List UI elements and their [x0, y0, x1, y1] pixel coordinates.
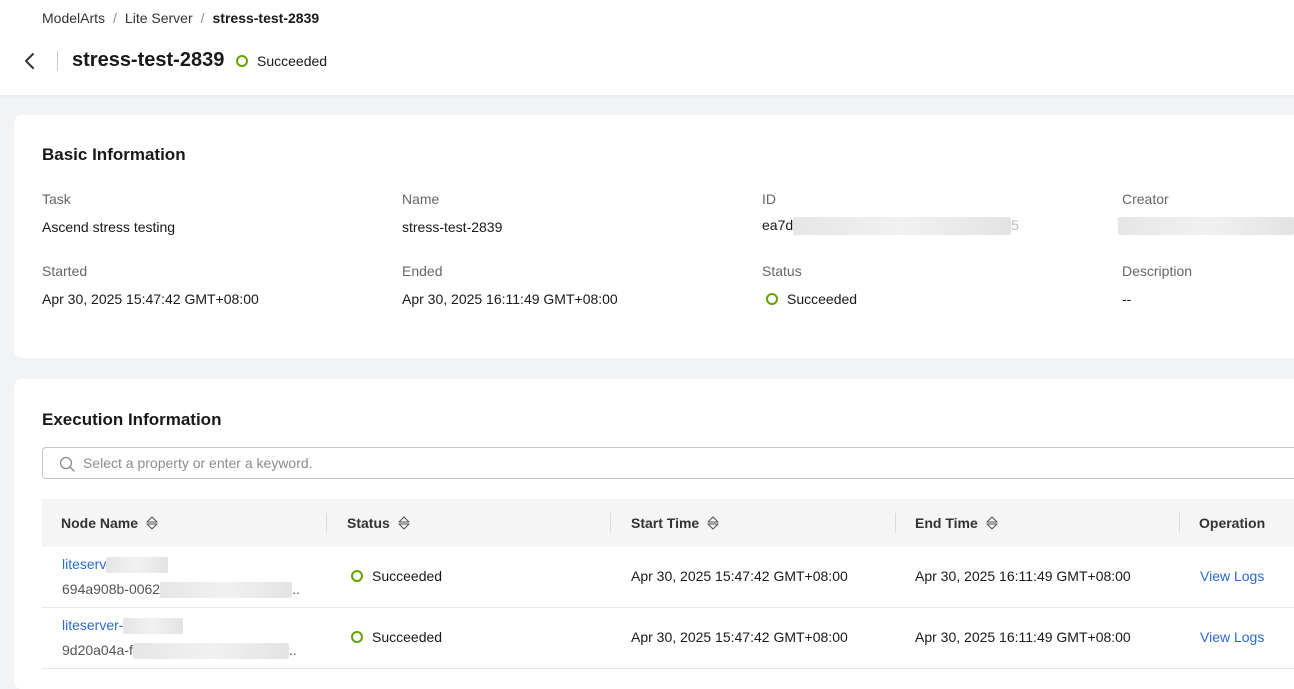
search-input[interactable] — [83, 448, 1283, 478]
row-status-text: Succeeded — [372, 629, 443, 645]
id-value-prefix: ea7d — [762, 217, 794, 233]
redacted-block — [123, 618, 184, 635]
column-header-label: Status — [347, 515, 390, 531]
ended-value: Apr 30, 2025 16:11:49 GMT+08:00 — [402, 291, 618, 307]
page-header: ModelArts / Lite Server / stress-test-2839 s… — [0, 0, 1294, 95]
node-id-ellipsis: .. — [292, 581, 300, 597]
row-status: Succeeded — [351, 568, 442, 584]
execution-information-title: Execution Information — [42, 410, 222, 429]
node-id-ellipsis: .. — [288, 642, 297, 658]
breadcrumb-current: stress-test-2839 — [212, 10, 320, 26]
title-divider — [57, 51, 58, 71]
sort-icon[interactable] — [707, 516, 719, 530]
table-header: Node Name Status Start Time End Time Ope… — [42, 499, 1294, 547]
search-bar[interactable] — [42, 447, 1294, 479]
redacted-block — [1118, 217, 1294, 236]
success-status-icon — [351, 631, 363, 643]
id-value-suffix: 5 — [1011, 217, 1019, 233]
breadcrumb: ModelArts / Lite Server / stress-test-2839 — [42, 10, 319, 26]
status-value: Succeeded — [766, 291, 857, 307]
view-logs-link[interactable]: View Logs — [1200, 568, 1264, 584]
basic-information-title: Basic Information — [42, 145, 186, 164]
started-label: Started — [42, 263, 88, 279]
basic-information-card: Basic Information Task Ascend stress tes… — [14, 115, 1294, 358]
success-status-icon — [351, 570, 363, 582]
column-header-start-time[interactable]: Start Time — [631, 499, 719, 547]
redacted-block — [132, 643, 289, 660]
header-status-text: Succeeded — [257, 53, 328, 69]
node-name-text: liteserv — [62, 556, 107, 572]
status-value-text: Succeeded — [787, 291, 858, 307]
redacted-block — [160, 582, 293, 599]
row-status-text: Succeeded — [372, 568, 443, 584]
description-label: Description — [1122, 263, 1193, 279]
task-label: Task — [42, 191, 71, 207]
column-header-end-time[interactable]: End Time — [915, 499, 998, 547]
sort-icon[interactable] — [986, 516, 998, 530]
row-end-time: Apr 30, 2025 16:11:49 GMT+08:00 — [915, 568, 1131, 584]
back-button[interactable] — [20, 50, 40, 72]
redacted-block — [793, 217, 1012, 236]
node-id: 694a908b-0062.. — [62, 581, 300, 599]
description-value: -- — [1122, 291, 1132, 307]
status-label: Status — [762, 263, 802, 279]
chevron-left-icon — [25, 53, 34, 69]
creator-label: Creator — [1122, 191, 1169, 207]
column-divider — [895, 513, 896, 533]
row-status: Succeeded — [351, 629, 442, 645]
sort-icon[interactable] — [146, 516, 158, 530]
node-name-link[interactable]: liteserver- — [62, 617, 184, 635]
name-value: stress-test-2839 — [402, 219, 503, 235]
header-status-badge: Succeeded — [236, 53, 327, 69]
column-header-label: Start Time — [631, 515, 700, 531]
column-divider — [610, 513, 611, 533]
sort-icon[interactable] — [398, 516, 410, 530]
search-icon — [59, 456, 75, 472]
column-header-operation: Operation — [1199, 499, 1265, 547]
success-status-icon — [236, 55, 248, 67]
execution-table: Node Name Status Start Time End Time Ope… — [42, 499, 1294, 669]
id-value: ea7d 5 — [762, 217, 1019, 236]
node-name-link[interactable]: liteserv — [62, 556, 169, 574]
row-start-time: Apr 30, 2025 15:47:42 GMT+08:00 — [631, 629, 848, 645]
name-label: Name — [402, 191, 440, 207]
node-id-text: 694a908b-0062 — [62, 581, 161, 597]
breadcrumb-separator: / — [200, 10, 205, 26]
column-header-status[interactable]: Status — [347, 499, 410, 547]
node-id: 9d20a04a-f.. — [62, 642, 297, 660]
execution-information-card: Execution Information Node Name Status S… — [14, 379, 1294, 689]
breadcrumb-separator: / — [113, 10, 117, 26]
column-divider — [1179, 513, 1180, 533]
node-id-text: 9d20a04a-f — [62, 642, 133, 658]
id-label: ID — [762, 191, 776, 207]
row-start-time: Apr 30, 2025 15:47:42 GMT+08:00 — [631, 568, 848, 584]
column-header-label: End Time — [915, 515, 978, 531]
row-end-time: Apr 30, 2025 16:11:49 GMT+08:00 — [915, 629, 1131, 645]
ended-label: Ended — [402, 263, 443, 279]
node-name-text: liteserver- — [62, 617, 124, 633]
column-header-node-name[interactable]: Node Name — [61, 499, 158, 547]
table-row: liteserver- 9d20a04a-f.. Succeeded Apr 3… — [42, 608, 1294, 669]
page-title: stress-test-2839 — [72, 49, 225, 71]
breadcrumb-lite-server[interactable]: Lite Server — [125, 10, 193, 26]
success-status-icon — [766, 293, 778, 305]
table-row: liteserv 694a908b-0062.. Succeeded Apr 3… — [42, 547, 1294, 608]
breadcrumb-modelarts[interactable]: ModelArts — [42, 10, 105, 26]
column-header-label: Node Name — [61, 515, 139, 531]
creator-value — [1118, 217, 1294, 236]
redacted-block — [106, 557, 169, 574]
started-value: Apr 30, 2025 15:47:42 GMT+08:00 — [42, 291, 259, 307]
task-value: Ascend stress testing — [42, 219, 176, 235]
view-logs-link[interactable]: View Logs — [1200, 629, 1264, 645]
column-divider — [326, 513, 327, 533]
column-header-label: Operation — [1199, 515, 1266, 531]
